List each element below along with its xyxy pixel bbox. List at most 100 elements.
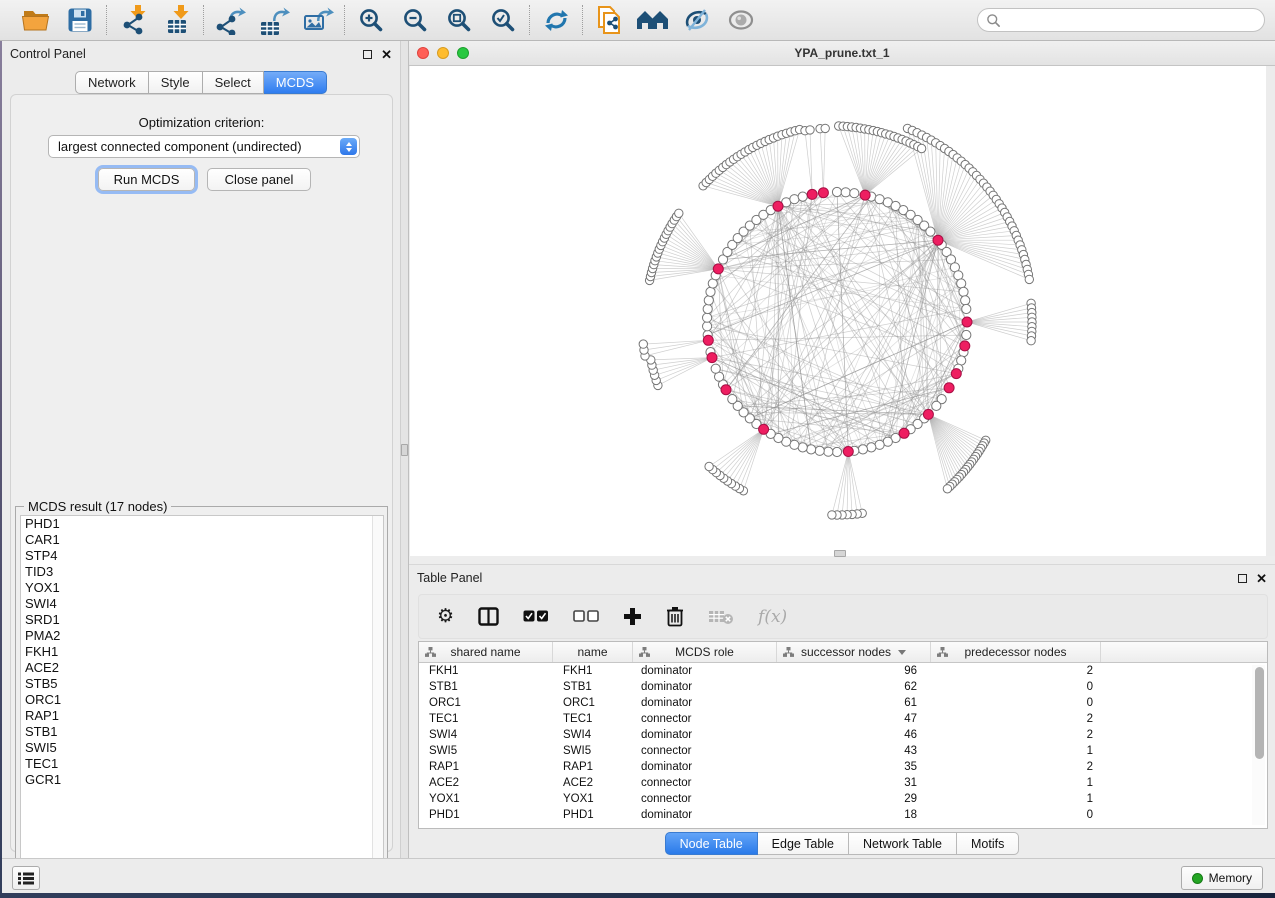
table-options-button[interactable]: ⚙ [437, 607, 454, 626]
mcds-result-item[interactable]: STB5 [21, 676, 383, 692]
ring-node[interactable] [711, 364, 720, 373]
close-panel-icon[interactable]: ✕ [1256, 572, 1267, 585]
leaf-node[interactable] [806, 126, 814, 134]
ring-node[interactable] [703, 304, 712, 313]
mcds-result-item[interactable]: FKH1 [21, 644, 383, 660]
splitter-handle[interactable] [401, 444, 408, 456]
import-network-button[interactable] [116, 4, 150, 36]
save-session-button[interactable] [63, 4, 97, 36]
float-panel-icon[interactable] [363, 50, 372, 59]
tab-network-table[interactable]: Network Table [849, 832, 957, 855]
open-session-button[interactable] [19, 4, 53, 36]
leaf-node[interactable] [821, 124, 829, 132]
ring-node[interactable] [824, 447, 833, 456]
zoom-out-button[interactable] [398, 4, 432, 36]
column-header-name[interactable]: name [553, 642, 633, 662]
memory-button[interactable]: Memory [1181, 866, 1263, 890]
close-panel-icon[interactable]: ✕ [381, 48, 392, 61]
mcds-result-item[interactable]: GCR1 [21, 772, 383, 788]
float-panel-icon[interactable] [1238, 574, 1247, 583]
tab-mcds[interactable]: MCDS [264, 71, 327, 94]
mcds-hub-node[interactable] [713, 264, 723, 274]
optimization-criterion-select[interactable]: largest connected component (undirected) [48, 135, 360, 158]
network-canvas[interactable] [410, 66, 1266, 556]
birds-eye-view-button[interactable] [724, 4, 758, 36]
mcds-result-item[interactable]: STP4 [21, 548, 383, 564]
zoom-in-button[interactable] [354, 4, 388, 36]
ring-node[interactable] [728, 395, 737, 404]
ring-node[interactable] [858, 445, 867, 454]
export-image-button[interactable] [301, 4, 335, 36]
ring-node[interactable] [798, 443, 807, 452]
ring-node[interactable] [926, 227, 935, 236]
mcds-hub-node[interactable] [944, 383, 954, 393]
mcds-result-item[interactable]: PHD1 [21, 516, 383, 532]
ring-node[interactable] [850, 189, 859, 198]
mcds-list-scrollbar[interactable] [372, 516, 383, 876]
leaf-node[interactable] [639, 340, 647, 348]
mcds-hub-node[interactable] [773, 201, 783, 211]
mcds-result-list[interactable]: PHD1CAR1STP4TID3YOX1SWI4SRD1PMA2FKH1ACE2… [20, 515, 384, 877]
mcds-result-item[interactable]: CAR1 [21, 532, 383, 548]
ring-node[interactable] [706, 287, 715, 296]
leaf-node[interactable] [675, 209, 683, 217]
mcds-hub-node[interactable] [721, 385, 731, 395]
ring-node[interactable] [867, 443, 876, 452]
table-scrollbar-thumb[interactable] [1255, 667, 1264, 759]
mcds-hub-node[interactable] [860, 190, 870, 200]
mcds-hub-node[interactable] [899, 428, 909, 438]
tab-select[interactable]: Select [203, 71, 264, 94]
mcds-result-item[interactable]: SWI5 [21, 740, 383, 756]
horizontal-splitter[interactable] [409, 556, 1275, 564]
mcds-hub-node[interactable] [818, 188, 828, 198]
mcds-result-item[interactable]: YOX1 [21, 580, 383, 596]
table-row[interactable]: RAP1RAP1dominator352 [419, 759, 1267, 775]
leaf-node[interactable] [705, 462, 713, 470]
mcds-hub-node[interactable] [703, 335, 713, 345]
leaf-node[interactable] [943, 485, 951, 493]
mcds-hub-node[interactable] [960, 341, 970, 351]
ring-node[interactable] [875, 440, 884, 449]
mcds-hub-node[interactable] [807, 189, 817, 199]
ring-node[interactable] [959, 287, 968, 296]
mcds-result-item[interactable]: PMA2 [21, 628, 383, 644]
tab-network[interactable]: Network [75, 71, 149, 94]
show-panels-button[interactable] [12, 866, 40, 890]
zoom-selected-button[interactable] [486, 4, 520, 36]
search-box[interactable] [977, 8, 1265, 32]
ring-node[interactable] [962, 330, 971, 339]
table-row[interactable]: YOX1YOX1connector291 [419, 791, 1267, 807]
deselect-all-button[interactable] [573, 610, 599, 623]
column-header-successor-nodes[interactable]: successor nodes [777, 642, 931, 662]
table-row[interactable]: STB1STB1dominator620 [419, 679, 1267, 695]
ring-node[interactable] [832, 447, 841, 456]
search-input[interactable] [1006, 13, 1256, 27]
mcds-result-item[interactable]: SRD1 [21, 612, 383, 628]
mcds-hub-node[interactable] [933, 235, 943, 245]
table-row[interactable]: PHD1PHD1dominator180 [419, 807, 1267, 823]
tab-node-table[interactable]: Node Table [665, 832, 758, 855]
vertical-splitter[interactable] [400, 41, 409, 858]
leaf-node[interactable] [1025, 275, 1033, 283]
tab-style[interactable]: Style [149, 71, 203, 94]
table-row[interactable]: FKH1FKH1dominator962 [419, 663, 1267, 679]
mcds-result-item[interactable]: TEC1 [21, 756, 383, 772]
leaf-node[interactable] [1027, 337, 1035, 345]
hide-graphics-details-button[interactable] [680, 4, 714, 36]
ring-node[interactable] [815, 446, 824, 455]
table-row[interactable]: ACE2ACE2connector311 [419, 775, 1267, 791]
mcds-result-item[interactable]: TID3 [21, 564, 383, 580]
table-row[interactable]: ORC1ORC1dominator610 [419, 695, 1267, 711]
network-window-titlebar[interactable]: YPA_prune.txt_1 [409, 41, 1275, 66]
tab-edge-table[interactable]: Edge Table [758, 832, 849, 855]
ring-node[interactable] [832, 187, 841, 196]
table-row[interactable]: SWI4SWI4dominator462 [419, 727, 1267, 743]
clone-network-button[interactable] [592, 4, 626, 36]
ring-node[interactable] [704, 296, 713, 305]
zoom-fit-button[interactable] [442, 4, 476, 36]
mcds-hub-node[interactable] [951, 369, 961, 379]
mcds-result-item[interactable]: ORC1 [21, 692, 383, 708]
mcds-result-item[interactable]: ACE2 [21, 660, 383, 676]
column-header-predecessor-nodes[interactable]: predecessor nodes [931, 642, 1101, 662]
run-mcds-button[interactable]: Run MCDS [98, 168, 195, 191]
